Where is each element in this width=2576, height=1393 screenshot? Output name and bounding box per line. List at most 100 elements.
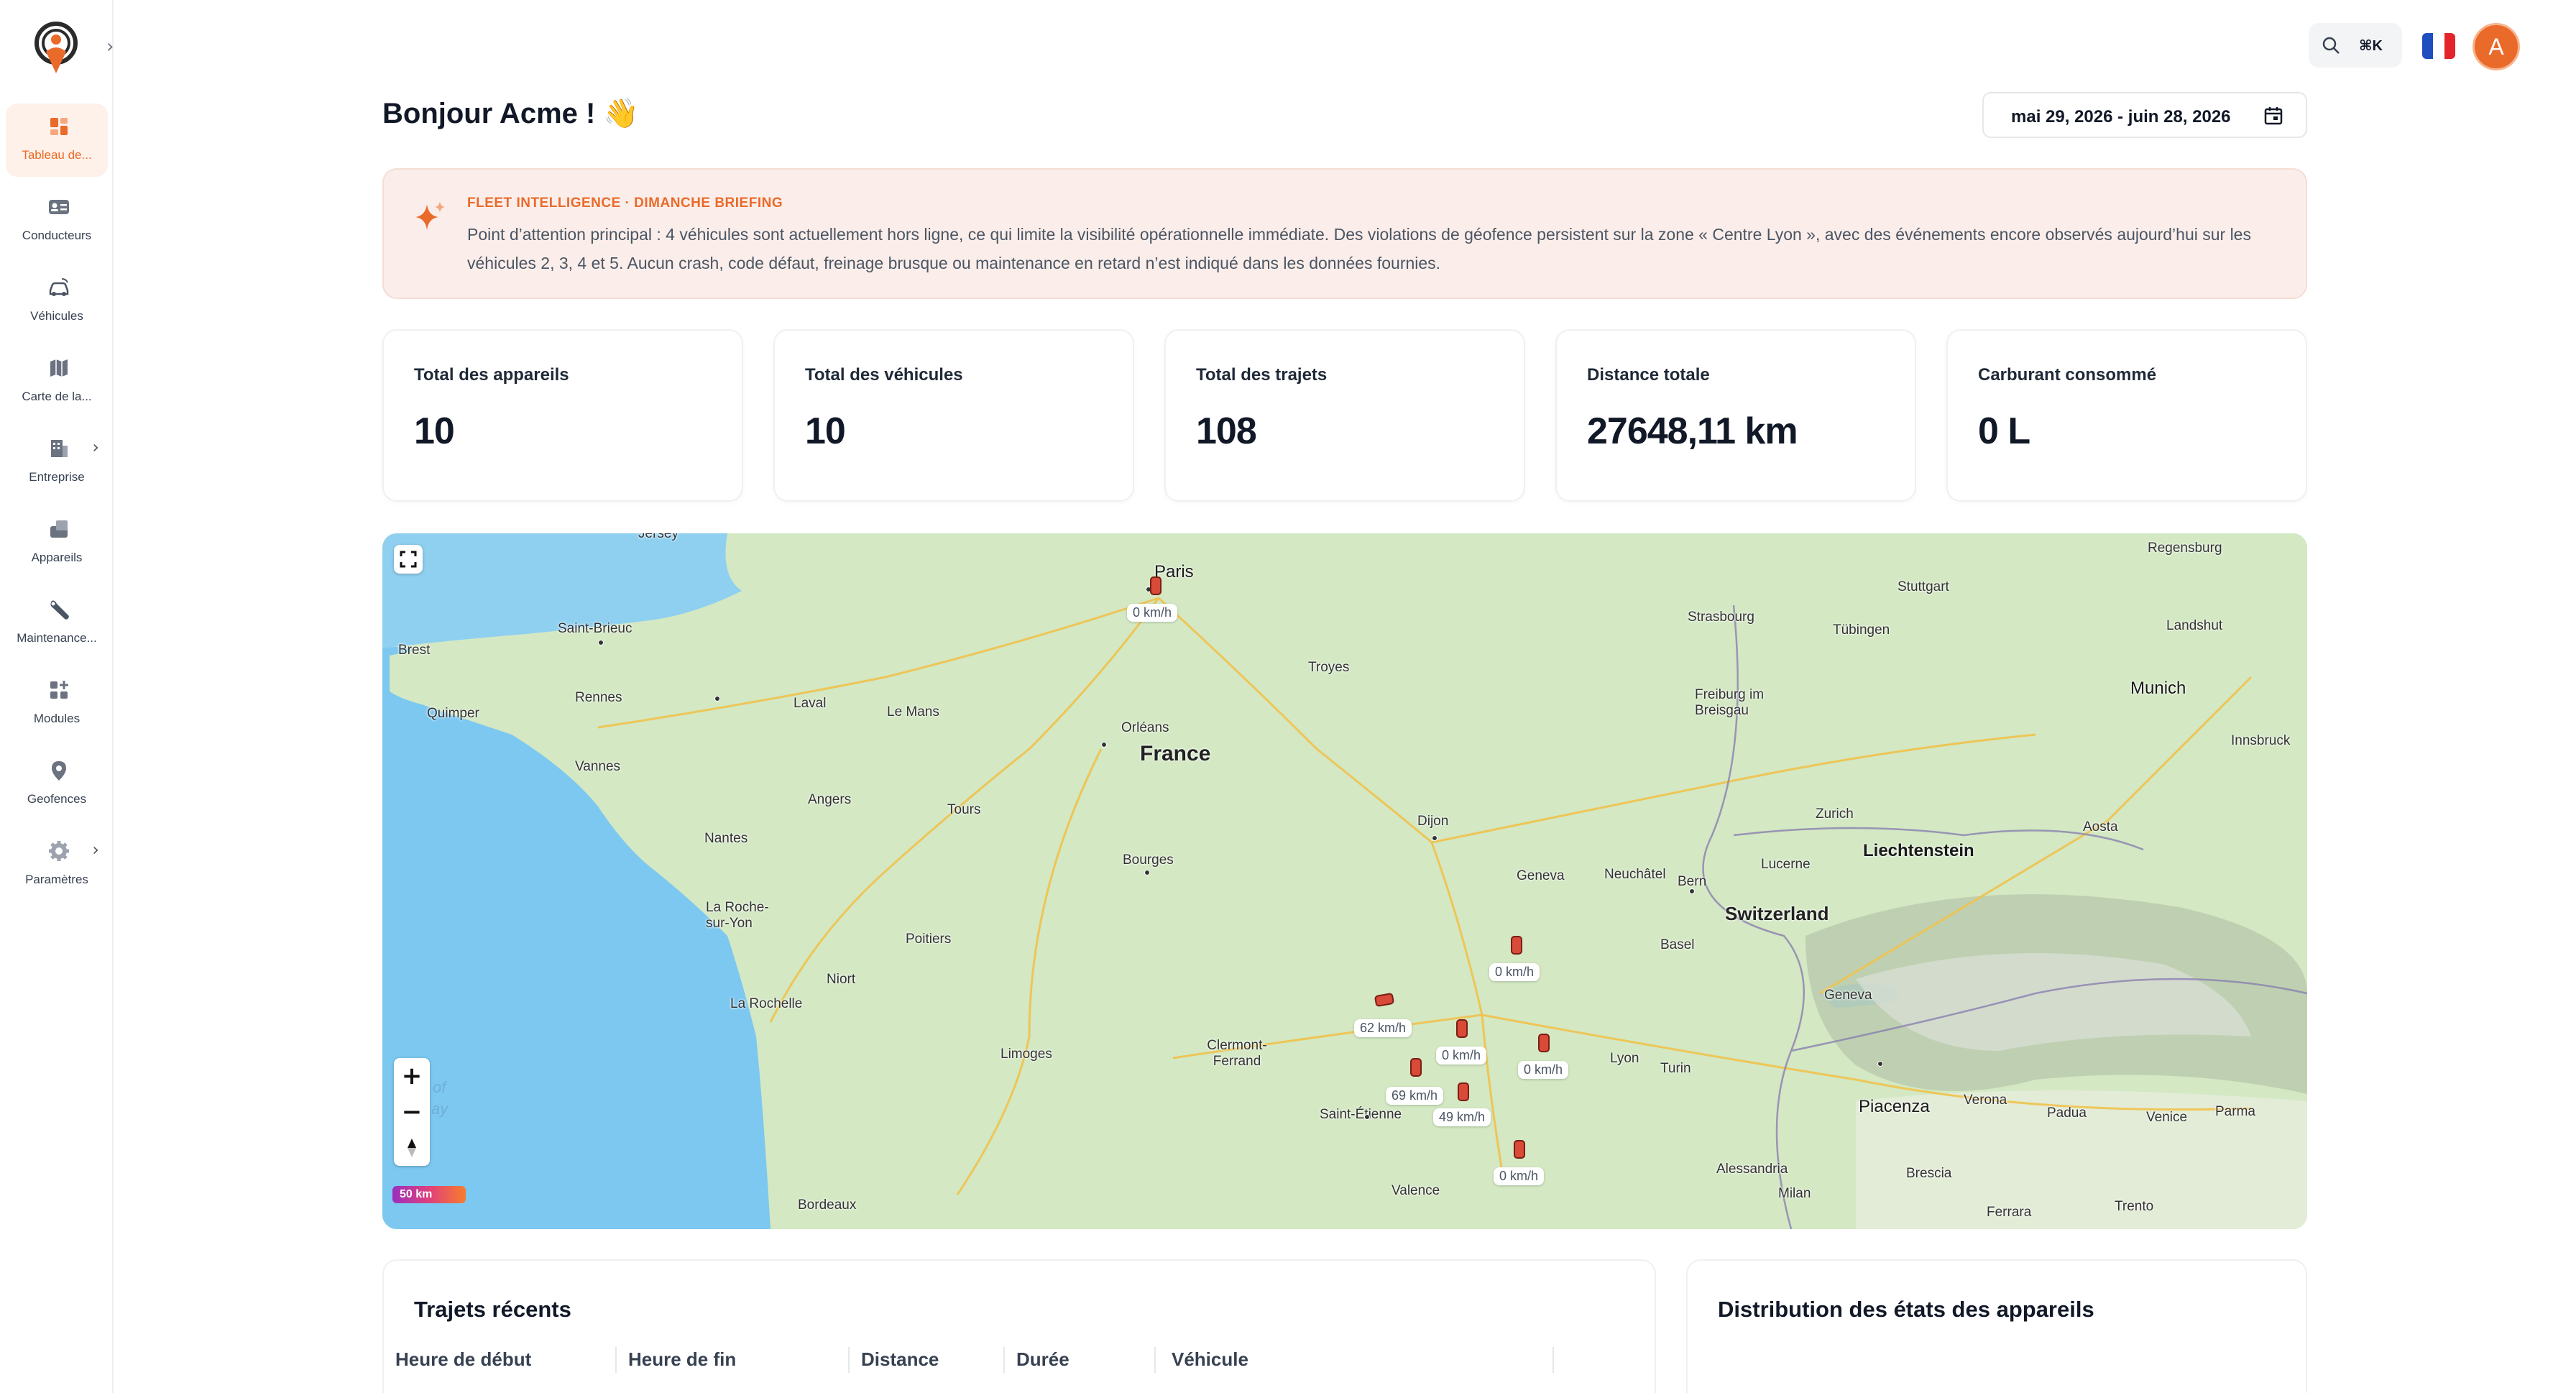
map-city-label: Laval xyxy=(794,696,827,711)
fleet-map[interactable]: of ay Jersey Paris Saint-Brieuc Brest Qu… xyxy=(382,533,2307,1229)
sidebar-item-devices[interactable]: Appareils xyxy=(6,506,108,579)
map-city-label: Zurich xyxy=(1816,806,1854,822)
sidebar-item-geofences[interactable]: Geofences xyxy=(6,748,108,821)
fleet-logo-icon[interactable] xyxy=(32,22,80,79)
stat-value: 10 xyxy=(414,410,455,452)
map-city-label: Quimper xyxy=(427,706,479,721)
map-city-label: Trento xyxy=(2115,1199,2154,1214)
zoom-out-button[interactable]: − xyxy=(394,1094,430,1130)
vehicle-speed-label: 0 km/h xyxy=(1127,604,1178,622)
modules-icon xyxy=(50,681,68,699)
map-country-label: Liechtenstein xyxy=(1863,841,1974,860)
stat-value: 10 xyxy=(805,410,846,452)
sidebar-item-modules[interactable]: Modules xyxy=(6,667,108,740)
search-button[interactable]: ⌘K xyxy=(2309,23,2402,68)
map-city-label: Lucerne xyxy=(1761,857,1811,872)
map-city-label: Piacenza xyxy=(1859,1097,1930,1116)
map-city-label: Milan xyxy=(1778,1186,1811,1201)
table-header-vehicle[interactable]: Véhicule xyxy=(1172,1348,1248,1371)
table-header-end[interactable]: Heure de fin xyxy=(628,1348,736,1371)
sidebar-item-maintenance[interactable]: Maintenance... xyxy=(6,587,108,660)
vehicle-speed-label: 0 km/h xyxy=(1489,963,1540,981)
table-header-duration[interactable]: Durée xyxy=(1016,1348,1070,1371)
fullscreen-button[interactable] xyxy=(394,545,423,574)
map-city-dot xyxy=(1101,742,1107,748)
sidebar-item-label: Maintenance... xyxy=(17,631,97,645)
zoom-in-button[interactable]: + xyxy=(394,1058,430,1094)
stat-label: Distance totale xyxy=(1587,365,1710,385)
map-city-label: Bordeaux xyxy=(798,1197,857,1213)
sidebar-item-fleet-map[interactable]: Carte de la... xyxy=(6,345,108,418)
device-status-distribution-card: Distribution des états des appareils xyxy=(1686,1259,2307,1393)
map-city-label: Stuttgart xyxy=(1898,579,1949,594)
map-city-dot xyxy=(1877,1061,1883,1067)
map-city-label: Freiburg im Breisgau xyxy=(1695,687,1765,718)
drivers-icon xyxy=(49,200,69,214)
map-city-label: Vannes xyxy=(575,759,621,774)
map-basemap xyxy=(382,533,2307,1229)
vehicle-marker[interactable] xyxy=(1514,1140,1525,1159)
map-city-label: Bern xyxy=(1678,874,1707,889)
sidebar-item-label: Véhicules xyxy=(30,309,83,323)
briefing-text: Point d’attention principal : 4 véhicule… xyxy=(467,225,2251,272)
sea-label: ay xyxy=(431,1100,448,1118)
briefing-title: FLEET INTELLIGENCE · DIMANCHE BRIEFING xyxy=(467,196,783,211)
map-icon xyxy=(50,359,68,377)
map-city-label: Saint-Étienne xyxy=(1320,1107,1402,1122)
sidebar-item-company[interactable]: › Entreprise xyxy=(6,426,108,499)
sea-label: of xyxy=(433,1078,446,1096)
map-city-label: La Roche-sur-Yon xyxy=(706,900,769,931)
search-icon xyxy=(2322,37,2340,54)
sidebar: › Tableau de... Conducteurs Véhicules Ca… xyxy=(0,0,114,1393)
column-divider xyxy=(615,1347,617,1373)
fr-flag-icon[interactable] xyxy=(2422,33,2455,59)
map-city-label: Bourges xyxy=(1123,852,1174,868)
sidebar-item-drivers[interactable]: Conducteurs xyxy=(6,184,108,257)
vehicle-marker[interactable] xyxy=(1410,1058,1422,1077)
date-range-picker[interactable]: mai 29, 2026 - juin 28, 2026 xyxy=(1982,92,2307,138)
vehicle-marker[interactable] xyxy=(1511,936,1522,955)
map-city-dot xyxy=(714,696,720,702)
table-header-start[interactable]: Heure de début xyxy=(395,1348,531,1371)
map-city-label: Brescia xyxy=(1906,1166,1952,1181)
vehicle-speed-label: 0 km/h xyxy=(1494,1167,1545,1185)
map-city-label: Venice xyxy=(2146,1110,2188,1125)
stat-label: Total des véhicules xyxy=(805,365,963,385)
map-scale-bar: 50 km xyxy=(392,1186,466,1203)
vehicle-speed-label: 0 km/h xyxy=(1436,1047,1487,1065)
map-city-label: Parma xyxy=(2215,1104,2255,1119)
map-city-dot xyxy=(1144,870,1150,875)
table-header-distance[interactable]: Distance xyxy=(861,1348,939,1371)
map-city-label: Basel xyxy=(1660,937,1695,952)
sidebar-item-dashboard[interactable]: Tableau de... xyxy=(6,104,108,177)
vehicle-marker[interactable] xyxy=(1458,1082,1469,1101)
stat-card-devices: Total des appareils 10 xyxy=(382,329,743,502)
search-shortcut: ⌘K xyxy=(2359,38,2383,54)
calendar-icon xyxy=(2264,107,2283,125)
map-city-label: Neuchâtel xyxy=(1604,867,1666,882)
column-divider xyxy=(1154,1347,1156,1373)
vehicle-marker[interactable] xyxy=(1456,1019,1468,1038)
vehicle-speed-label: 0 km/h xyxy=(1518,1061,1569,1079)
map-city-label: Lyon xyxy=(1610,1051,1639,1066)
stat-label: Total des trajets xyxy=(1196,365,1328,385)
map-city-label: Le Mans xyxy=(887,704,939,720)
sidebar-collapse-chevron-icon[interactable]: › xyxy=(106,36,121,58)
recent-trips-card: Trajets récents Heure de début Heure de … xyxy=(382,1259,1656,1393)
sidebar-item-settings[interactable]: › Paramètres xyxy=(6,828,108,901)
column-divider xyxy=(1003,1347,1005,1373)
vehicle-marker[interactable] xyxy=(1538,1034,1550,1052)
map-city-label: Clermont-Ferrand xyxy=(1207,1038,1267,1069)
compass-reset-button[interactable] xyxy=(394,1130,430,1166)
map-city-label: Nantes xyxy=(704,831,748,846)
vehicle-marker[interactable] xyxy=(1150,576,1162,595)
map-city-label: Geneva xyxy=(1517,868,1565,883)
avatar[interactable]: A xyxy=(2472,23,2520,70)
sidebar-item-label: Appareils xyxy=(31,551,83,564)
ai-briefing-banner: FLEET INTELLIGENCE · DIMANCHE BRIEFING P… xyxy=(382,168,2307,299)
sidebar-item-vehicles[interactable]: Véhicules xyxy=(6,265,108,338)
stat-value: 108 xyxy=(1196,410,1257,452)
map-city-label: Ferrara xyxy=(1987,1205,2032,1220)
map-city-label: Turin xyxy=(1660,1061,1691,1076)
sidebar-item-label: Entreprise xyxy=(29,470,85,484)
